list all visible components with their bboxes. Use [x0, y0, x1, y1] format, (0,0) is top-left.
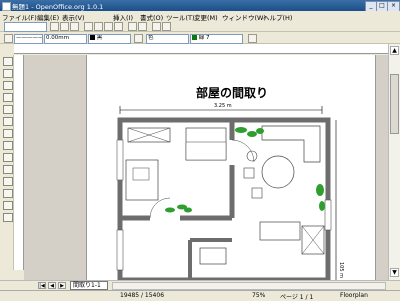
status-zoom[interactable]: 75%: [252, 292, 265, 299]
sofa: [261, 125, 321, 163]
chair: [132, 167, 150, 181]
tab-floorplan[interactable]: 間取り1-1: [70, 281, 108, 290]
plant-6: [184, 207, 192, 213]
chair-1: [243, 167, 255, 179]
horizontal-scrollbar[interactable]: [112, 282, 386, 290]
plant-4: [165, 207, 175, 213]
scroll-down-icon[interactable]: ▼: [390, 268, 399, 277]
bed-cover: [185, 141, 227, 161]
tab-bar: |◀ ◀ ▶ 間取り1-1: [0, 280, 400, 290]
floorplan-drawing: [116, 106, 337, 283]
chair-2: [251, 187, 263, 199]
vertical-scrollbar[interactable]: ▲ ▼: [388, 44, 400, 280]
plant-1: [235, 127, 247, 133]
status-coordinates: 19485 / 15406: [120, 292, 165, 299]
drawing-title: 部屋の間取り: [196, 86, 269, 100]
status-bar: 19485 / 15406 75% ページ 1 / 1 Floorplan: [0, 290, 400, 301]
scroll-up-icon[interactable]: ▲: [390, 46, 399, 55]
plant-2: [247, 131, 257, 137]
table-lower: [259, 221, 301, 241]
window-left: [116, 139, 124, 181]
window-left-lower: [116, 229, 124, 271]
dimension-label-top: 3.25 m: [214, 103, 232, 109]
round-table: [261, 155, 295, 189]
tab-next-icon[interactable]: ▶: [58, 282, 66, 289]
tab-prev-icon[interactable]: ◀: [48, 282, 56, 289]
dimension-label-right: 105 m: [338, 262, 344, 279]
plant-7: [316, 184, 324, 196]
window-right: [324, 199, 332, 231]
plant-8: [319, 201, 325, 211]
plant-3: [256, 128, 264, 134]
status-layout: Floorplan: [340, 292, 368, 299]
sink: [199, 247, 227, 265]
tab-first-icon[interactable]: |◀: [38, 282, 46, 289]
scroll-thumb[interactable]: [390, 74, 399, 134]
